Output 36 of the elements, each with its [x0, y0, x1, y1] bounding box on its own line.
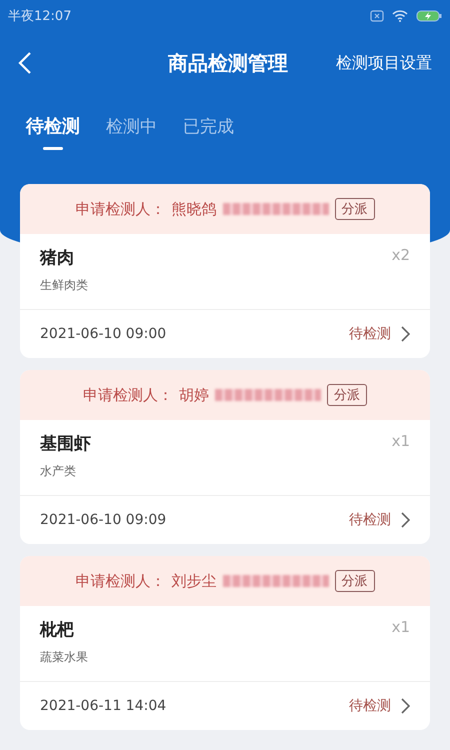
chevron-right-icon — [401, 512, 410, 528]
quantity: x1 — [392, 432, 410, 452]
quantity: x1 — [392, 618, 410, 638]
status-link[interactable]: 待检测 — [349, 511, 410, 529]
applicant-label: 申请检测人： — [76, 572, 166, 590]
settings-link[interactable]: 检测项目设置 — [336, 52, 432, 74]
product-name: 枇杷 — [40, 619, 75, 641]
order-date: 2021-06-10 09:00 — [40, 326, 166, 342]
product-name: 猪肉 — [40, 247, 75, 269]
assign-button[interactable]: 分派 — [334, 570, 374, 592]
tab[interactable]: 待检测 — [26, 108, 80, 150]
product-category: 蔬菜水果 — [40, 649, 88, 666]
order-date: 2021-06-11 14:04 — [40, 698, 166, 714]
wifi-icon — [392, 10, 408, 22]
product-category: 水产类 — [40, 463, 77, 480]
applicant-name: 熊晓鸽 — [172, 200, 216, 218]
order-date: 2021-06-10 09:09 — [40, 512, 166, 528]
chevron-right-icon — [401, 326, 410, 342]
status-link[interactable]: 待检测 — [349, 697, 410, 715]
applicant-name: 胡婷 — [179, 386, 209, 404]
status-link[interactable]: 待检测 — [349, 325, 410, 343]
tab[interactable]: 已完成 — [183, 108, 234, 150]
status-time: 半夜12:07 — [8, 8, 72, 25]
notification-icon — [370, 10, 384, 22]
applicant-label: 申请检测人： — [76, 200, 166, 218]
product-name: 基围虾 — [40, 433, 91, 455]
page-title: 商品检测管理 — [168, 50, 288, 76]
assign-button[interactable]: 分派 — [327, 384, 367, 406]
quantity: x2 — [392, 246, 410, 266]
applicant-name: 刘步尘 — [172, 572, 216, 590]
product-category: 生鲜肉类 — [40, 277, 88, 294]
tab[interactable]: 检测中 — [106, 108, 157, 150]
assign-button[interactable]: 分派 — [334, 198, 374, 220]
chevron-right-icon — [401, 698, 410, 714]
applicant-label: 申请检测人： — [83, 386, 173, 404]
battery-icon — [416, 10, 442, 22]
